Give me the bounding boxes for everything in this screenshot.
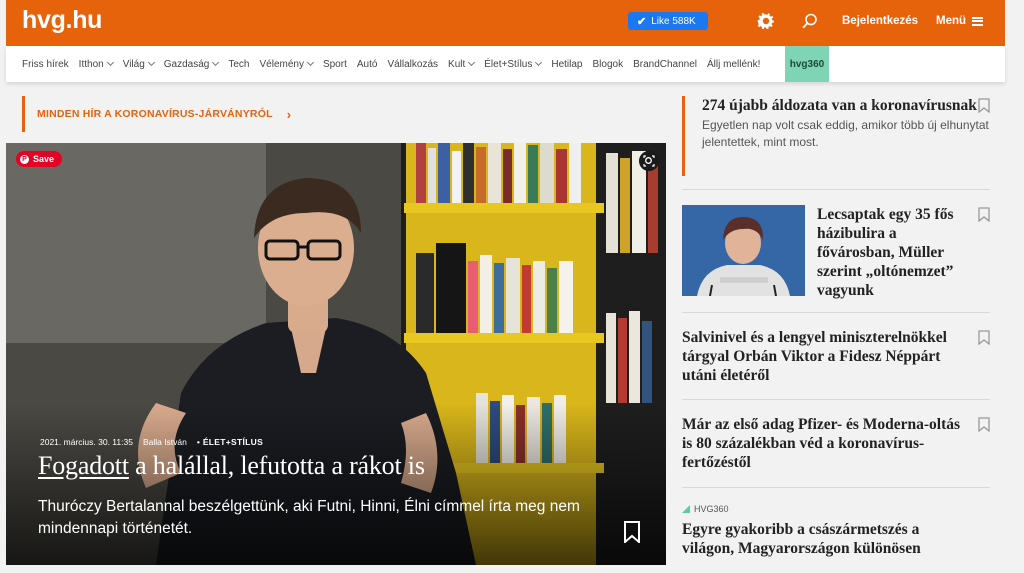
pinterest-icon: P — [20, 154, 29, 164]
sidebar-item-title[interactable]: Lecsaptak egy 35 fős házibulira a főváro… — [817, 205, 967, 300]
sidebar-thumbnail — [682, 205, 805, 296]
hero-category[interactable]: • ÉLET+STÍLUS — [197, 437, 263, 447]
menu-button[interactable]: Menü — [936, 15, 984, 27]
nav-item[interactable]: BrandChannel — [633, 59, 697, 70]
top-bar: hvg.hu ✔ Like 588K Bejelentkezés Menü — [6, 0, 1005, 46]
chevron-down-icon — [535, 58, 543, 67]
login-link[interactable]: Bejelentkezés — [842, 15, 918, 27]
sidebar-item[interactable]: 274 újabb áldozata van a koronavírusnak … — [682, 96, 990, 176]
visual-search-icon[interactable] — [639, 151, 659, 171]
nav-item[interactable]: Friss hírek — [22, 59, 69, 70]
chevron-down-icon — [306, 58, 314, 67]
nav-item[interactable]: Tech — [228, 59, 249, 70]
nav-item[interactable]: Világ — [122, 58, 155, 70]
divider — [682, 189, 990, 190]
divider — [682, 312, 990, 313]
save-label: Save — [33, 154, 55, 164]
nav-item-label: Vélemény — [259, 58, 304, 70]
bookmark-icon[interactable] — [622, 521, 642, 543]
nav-item[interactable]: Vélemény — [259, 58, 314, 70]
bookmark-icon[interactable] — [978, 207, 990, 222]
search-icon[interactable] — [800, 11, 820, 31]
chevron-down-icon — [212, 58, 220, 67]
nav-item-label: Itthon — [78, 58, 104, 70]
hero-meta: 2021. március. 30. 11:35 Balla István • … — [40, 437, 263, 447]
nav-item-label: Tech — [228, 58, 250, 70]
nav-item-label: Gazdaság — [163, 58, 210, 70]
hero-author[interactable]: Balla István — [143, 437, 187, 447]
sidebar-item-lead: Egyetlen nap volt csak eddig, amikor töb… — [702, 118, 989, 149]
sidebar-item-title[interactable]: 274 újabb áldozata van a koronavírusnak — [702, 96, 990, 115]
sidebar-item-title[interactable]: Salvinivel és a lengyel miniszterelnökke… — [682, 328, 972, 385]
hamburger-icon — [972, 16, 984, 26]
hero-category-label: ÉLET+STÍLUS — [202, 437, 264, 447]
nav-item[interactable]: Itthon — [78, 58, 114, 70]
chevron-down-icon — [106, 58, 114, 67]
facebook-like-button[interactable]: ✔ Like 588K — [628, 12, 708, 30]
sidebar-item[interactable]: HVG360 Egyre gyakoribb a császármetszés … — [682, 504, 990, 564]
pinterest-save-button[interactable]: P Save — [16, 151, 63, 167]
category-nav: Friss hírek Itthon Világ Gazdaság Tech Vélemé… — [6, 46, 1005, 82]
check-icon: ✔ — [637, 15, 647, 28]
nav-item[interactable]: Sport — [323, 59, 347, 70]
nav-item[interactable]: Vállalkozás — [387, 59, 438, 70]
hero-title-underlined: Fogadott — [38, 451, 129, 480]
hero-lead: Thuróczy Bertalannal beszélgettünk, aki … — [38, 498, 580, 537]
sidebar-item[interactable]: Salvinivel és a lengyel miniszterelnökke… — [682, 328, 990, 388]
like-label: Like 588K — [651, 15, 696, 27]
nav-item-label: Autó — [356, 58, 378, 70]
nav-item-label: Élet+Stílus — [484, 58, 533, 70]
hero-date: 2021. március. 30. 11:35 — [40, 437, 133, 447]
gear-icon[interactable] — [756, 11, 776, 31]
site-logo[interactable]: hvg.hu — [22, 6, 102, 35]
sidebar-item[interactable]: Lecsaptak egy 35 fős házibulira a főváro… — [682, 205, 990, 300]
nav-item-label: Hetilap — [551, 58, 583, 70]
bookmark-icon[interactable] — [978, 98, 990, 113]
coronavirus-banner[interactable]: MINDEN HÍR A KORONAVÍRUS-JÁRVÁNYRÓL › — [22, 96, 666, 132]
nav-item-label: Blogok — [592, 58, 624, 70]
hvg360-tag: HVG360 — [682, 504, 990, 514]
chevron-down-icon — [468, 58, 476, 67]
nav-item-label: Vállalkozás — [387, 58, 439, 70]
sidebar-item-title[interactable]: Egyre gyakoribb a császármetszés a világ… — [682, 520, 972, 558]
nav-item[interactable]: Élet+Stílus — [484, 58, 543, 70]
hvg360-icon — [682, 505, 690, 513]
nav-item-label: Állj mellénk! — [707, 58, 761, 70]
nav-item-label: Kult — [448, 58, 466, 70]
hero-article[interactable]: P Save 2021. március. 30. 11:35 Balla Is… — [6, 143, 666, 565]
nav-item[interactable]: Hetilap — [551, 59, 582, 70]
nav-item-hvg360[interactable]: hvg360 — [785, 46, 829, 82]
nav-item[interactable]: Blogok — [593, 59, 624, 70]
sidebar-item-title[interactable]: Már az első adag Pfizer- és Moderna-oltá… — [682, 415, 972, 472]
chevron-right-icon: › — [286, 106, 292, 122]
nav-item[interactable]: Gazdaság — [163, 58, 220, 70]
nav-item[interactable]: Állj mellénk! — [707, 59, 760, 70]
nav-item-label: Friss hírek — [22, 58, 69, 70]
hero-title-rest: a halállal, lefutotta a rákot is — [128, 451, 425, 480]
menu-label: Menü — [936, 15, 967, 27]
hero-title[interactable]: Fogadott a halállal, lefutotta a rákot i… — [38, 451, 425, 481]
sidebar-item[interactable]: Már az első adag Pfizer- és Moderna-oltá… — [682, 415, 990, 475]
coronavirus-banner-label: MINDEN HÍR A KORONAVÍRUS-JÁRVÁNYRÓL — [37, 108, 273, 120]
hvg360-tag-label: HVG360 — [694, 504, 729, 514]
nav-item-label: Sport — [322, 58, 347, 70]
nav-item[interactable]: Autó — [357, 59, 378, 70]
bookmark-icon[interactable] — [978, 417, 990, 432]
nav-item-label: BrandChannel — [633, 58, 698, 70]
page: hvg.hu ✔ Like 588K Bejelentkezés Menü Fr… — [0, 0, 1024, 573]
chevron-down-icon — [147, 58, 155, 67]
nav-item[interactable]: Kult — [448, 58, 476, 70]
nav-items: Friss hírek Itthon Világ Gazdaság Tech Vélemé… — [22, 46, 770, 82]
divider — [682, 487, 990, 488]
bookmark-icon[interactable] — [978, 330, 990, 345]
nav-item-label: Világ — [122, 58, 145, 70]
divider — [682, 399, 990, 400]
